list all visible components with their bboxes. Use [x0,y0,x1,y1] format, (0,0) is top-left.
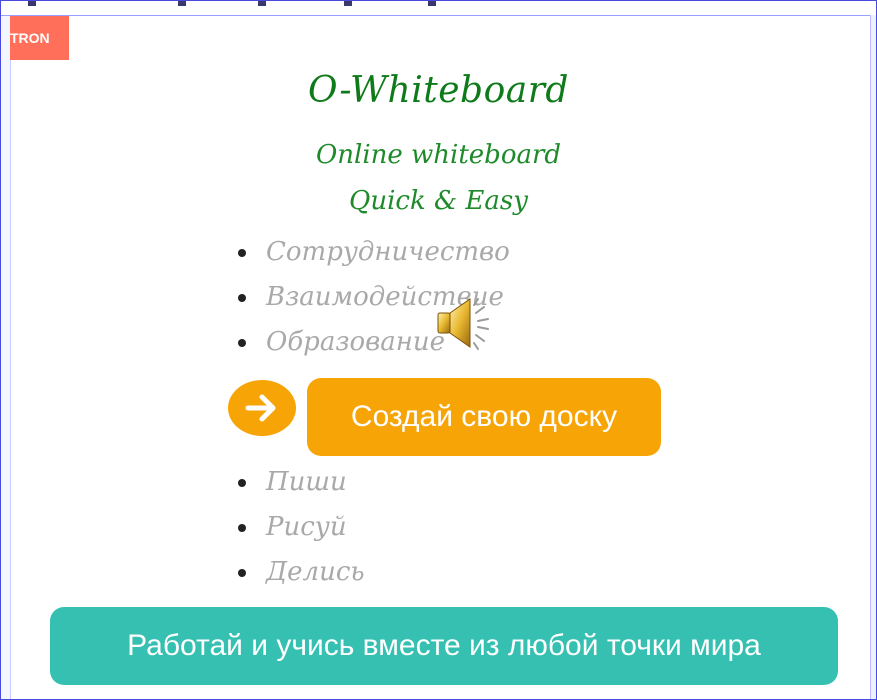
toolbar-mark [344,0,352,6]
list-item: Сотрудничество [238,230,510,275]
toolbar-mark [178,0,186,6]
top-toolbar-strip [0,0,877,16]
list-item: Делись [238,550,365,595]
feature-list-bottom: Пиши Рисуй Делись [238,460,365,595]
tron-badge[interactable]: TRON [10,16,69,60]
list-item: Пиши [238,460,365,505]
page-tagline: Quick & Easy [349,186,528,216]
page-title: O-Whiteboard [308,70,569,111]
speaker-icon[interactable] [432,291,496,355]
arrow-right-icon[interactable] [228,380,296,436]
collaborate-banner-button[interactable]: Работай и учись вместе из любой точки ми… [50,607,838,685]
toolbar-mark [28,0,36,6]
right-scrollbar-track[interactable] [870,15,877,700]
list-item: Рисуй [238,505,365,550]
toolbar-mark [428,0,436,6]
toolbar-mark [258,0,266,6]
page-subtitle: Online whiteboard [315,140,562,170]
create-board-button[interactable]: Создай свою доску [307,378,661,456]
